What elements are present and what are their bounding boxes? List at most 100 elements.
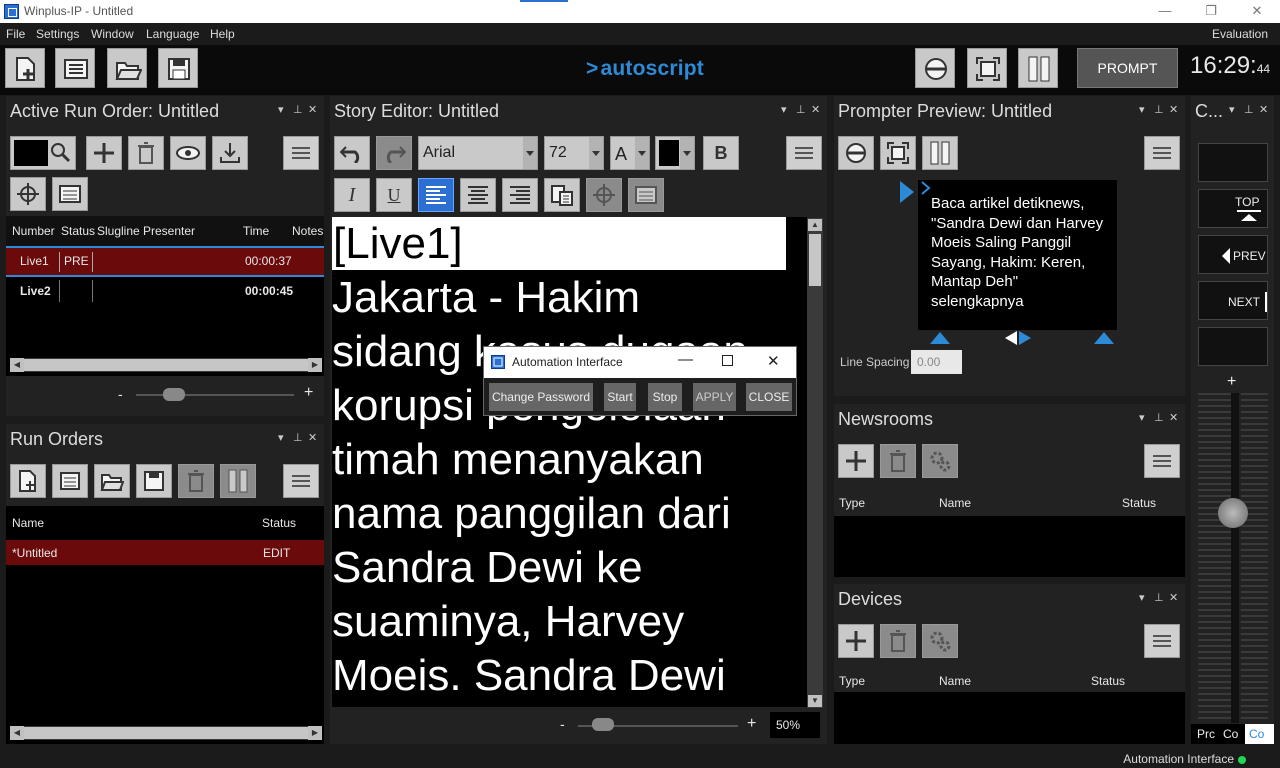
preview-button[interactable] [170, 136, 206, 170]
horizontal-scrollbar[interactable]: ◀ ▶ [10, 358, 322, 372]
right-edge-marker-icon[interactable] [1093, 330, 1115, 346]
menu-file[interactable]: File [6, 27, 25, 41]
new-run-order-button[interactable] [10, 464, 46, 498]
zoom-slider[interactable] [163, 388, 185, 401]
panel-dropdown-icon[interactable]: ▾ [278, 103, 284, 116]
preview-prompter-mode-button[interactable] [838, 136, 874, 170]
start-button[interactable]: Start [604, 383, 636, 411]
pin-icon[interactable]: ⊥ [293, 103, 303, 116]
open-folder-button[interactable] [107, 48, 147, 88]
col-name[interactable]: Name [939, 674, 971, 688]
pin-icon[interactable]: ⊥ [1154, 411, 1164, 424]
col-name[interactable]: Name [12, 516, 44, 530]
col-type[interactable]: Type [839, 674, 865, 688]
change-password-button[interactable]: Change Password [489, 383, 593, 411]
delete-device-button[interactable] [880, 624, 916, 658]
menu-window[interactable]: Window [91, 27, 134, 41]
col-status[interactable]: Status [262, 516, 296, 530]
preview-fullscreen-button[interactable] [880, 136, 916, 170]
scroll-right-icon[interactable]: ▶ [308, 726, 322, 740]
panel-close-icon[interactable]: ✕ [308, 431, 317, 444]
align-center-button[interactable] [460, 178, 496, 212]
newsrooms-menu-button[interactable] [1144, 444, 1180, 478]
devices-menu-button[interactable] [1144, 624, 1180, 658]
col-name[interactable]: Name [939, 496, 971, 510]
story-editor-menu-button[interactable] [786, 136, 822, 170]
redo-button[interactable] [376, 136, 412, 170]
panel-close-icon[interactable]: ✕ [1169, 591, 1178, 604]
prompter-preview-menu-button[interactable] [1144, 136, 1180, 170]
speed-plus[interactable]: + [1227, 373, 1236, 391]
dialog-close-text-button[interactable]: CLOSE [746, 383, 792, 411]
pause-button[interactable] [1018, 48, 1058, 88]
run-order-properties-button[interactable] [52, 464, 88, 498]
pin-icon[interactable]: ⊥ [1154, 591, 1164, 604]
save-button[interactable] [158, 48, 198, 88]
pause-run-order-button[interactable] [220, 464, 256, 498]
editor-zoom-minus[interactable]: - [560, 716, 565, 732]
script-view-button[interactable] [52, 177, 88, 211]
line-spacing-input[interactable]: 0.00 [911, 350, 962, 374]
col-notes[interactable]: Notes [292, 224, 323, 238]
scroll-left-icon[interactable]: ◀ [10, 358, 24, 372]
col-status[interactable]: Status [1091, 674, 1125, 688]
minimize-button[interactable]: — [1142, 0, 1188, 23]
col-time[interactable]: Time [243, 224, 269, 238]
scroll-up-icon[interactable]: ▲ [808, 219, 822, 231]
import-button[interactable] [212, 136, 248, 170]
font-family-select[interactable]: Arial [418, 136, 538, 170]
align-right-button[interactable] [502, 178, 538, 212]
left-edge-marker-icon[interactable] [929, 330, 951, 346]
panel-dropdown-icon[interactable]: ▾ [1139, 103, 1145, 116]
delete-run-order-button[interactable] [178, 464, 214, 498]
active-run-order-menu-button[interactable] [283, 136, 319, 170]
cue-marker-icon[interactable] [898, 180, 916, 204]
text-color-select[interactable]: A [610, 136, 650, 170]
speed-slider-knob[interactable] [1218, 498, 1248, 528]
panel-dropdown-icon[interactable]: ▾ [278, 431, 284, 444]
menu-settings[interactable]: Settings [36, 27, 79, 41]
col-status[interactable]: Status [61, 224, 95, 238]
tab-co[interactable]: Co [1223, 727, 1238, 741]
search-box[interactable] [10, 136, 76, 170]
prompt-button[interactable]: PROMPT [1077, 48, 1178, 88]
col-presenter[interactable]: Presenter [143, 224, 195, 238]
run-order-view-button[interactable] [55, 48, 95, 88]
pin-icon[interactable]: ⊥ [293, 431, 303, 444]
delete-newsroom-button[interactable] [880, 444, 916, 478]
panel-dropdown-icon[interactable]: ▾ [1139, 591, 1145, 604]
prev-button[interactable]: PREV [1198, 235, 1268, 274]
apply-button[interactable]: APPLY [693, 383, 736, 411]
marker-button[interactable] [586, 178, 622, 212]
run-orders-menu-button[interactable] [283, 464, 319, 498]
col-status[interactable]: Status [1122, 496, 1156, 510]
restore-button[interactable]: ❐ [1188, 0, 1234, 23]
scroll-down-icon[interactable]: ▼ [808, 695, 822, 707]
save-run-order-button[interactable] [136, 464, 172, 498]
menu-language[interactable]: Language [146, 27, 199, 41]
col-type[interactable]: Type [839, 496, 865, 510]
col-number[interactable]: Number [12, 224, 55, 238]
bold-button[interactable]: B [703, 136, 739, 170]
close-button[interactable]: ✕ [1234, 0, 1280, 23]
vertical-scrollbar[interactable]: ▲ ▼ [807, 218, 823, 708]
top-button[interactable]: TOP [1198, 189, 1268, 228]
prompter-mode-button[interactable] [915, 48, 955, 88]
fullscreen-button[interactable] [967, 48, 1007, 88]
underline-button[interactable]: U [376, 178, 412, 212]
locate-button[interactable] [10, 177, 46, 211]
panel-close-icon[interactable]: ✕ [1259, 103, 1268, 116]
new-document-button[interactable] [5, 48, 45, 88]
table-row[interactable]: Live2 00:00:45 [6, 277, 324, 304]
panel-dropdown-icon[interactable]: ▾ [781, 103, 787, 116]
pin-icon[interactable]: ⊥ [1154, 103, 1164, 116]
zoom-minus[interactable]: - [118, 386, 123, 402]
menu-help[interactable]: Help [210, 27, 235, 41]
horizontal-scrollbar[interactable]: ◀ ▶ [10, 726, 322, 740]
scroll-thumb[interactable] [809, 234, 821, 286]
dialog-maximize-button[interactable] [722, 355, 733, 366]
dialog-minimize-button[interactable]: — [678, 351, 693, 368]
add-story-button[interactable] [86, 136, 122, 170]
tab-co-active[interactable]: Co [1245, 724, 1274, 744]
table-row[interactable]: *Untitled EDIT [6, 540, 324, 565]
